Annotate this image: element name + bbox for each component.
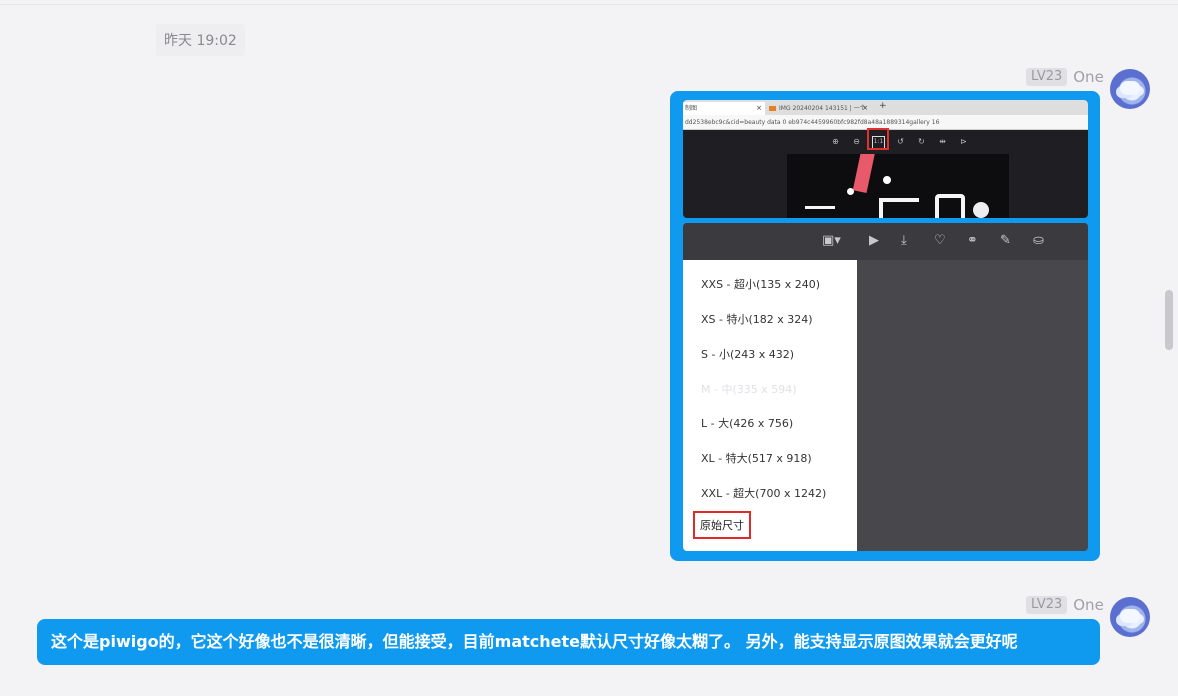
attached-screenshot[interactable]: 制图 × IMG 20240204 143151 | 一个生 × + dd253… [683,100,1088,551]
close-icon: × [862,104,868,112]
scrollbar-thumb[interactable] [1165,290,1173,350]
basket-icon: ⛀ [1033,233,1044,248]
message-meta: LV23 One [1026,596,1104,614]
image-size-menu: XXS - 超小(135 x 240) XS - 特小(182 x 324) S… [683,260,857,551]
message-timestamp: 昨天 19:02 [156,24,245,56]
size-option-original: 原始尺寸 [693,511,751,539]
user-avatar[interactable] [1110,69,1150,109]
size-option-xxl: XXL - 超大(700 x 1242) [701,487,827,500]
play-icon: ▶ [869,233,879,248]
close-icon: × [756,104,762,112]
screenshot-browser-view: 制图 × IMG 20240204 143151 | 一个生 × + dd253… [683,100,1088,218]
text-message[interactable]: 这个是piwigo的，它这个好像也不是很清晰，但能接受，目前matchete默认… [37,619,1100,665]
zoom-in-icon: ⊕ [832,137,839,146]
level-badge: LV23 [1026,596,1068,614]
level-badge: LV23 [1026,68,1068,86]
flip-vertical-icon: ⊳ [960,137,967,146]
heart-icon: ♡ [934,233,946,248]
screenshot-image-tools: ⊕ ⊖ 1:1 ↺ ↻ ⇹ ⊳ [830,136,969,149]
flip-horizontal-icon: ⇹ [939,137,946,146]
user-avatar[interactable] [1110,597,1150,637]
image-message[interactable]: 制图 × IMG 20240204 143151 | 一个生 × + dd253… [670,91,1100,561]
size-option-l: L - 大(426 x 756) [701,417,794,430]
link-icon: ⚭ [967,233,978,248]
screenshot-tab: IMG 20240204 143151 | 一个生 × [767,102,871,125]
image-size-icon: ▣▾ [822,233,841,248]
username[interactable]: One [1073,68,1104,86]
download-icon: ⤓ [901,233,907,248]
edit-icon: ✎ [1000,233,1011,248]
screenshot-tabbar: 制图 × IMG 20240204 143151 | 一个生 × + [683,100,1088,125]
screenshot-gallery-viewer: ▣▾ ▶ ⤓ ♡ ⚭ ✎ ⛀ XXS - 超小(135 x 240) XS - … [683,223,1088,551]
size-option-xs: XS - 特小(182 x 324) [701,313,813,326]
favicon-icon [769,106,776,111]
screenshot-tab: 制图 × [683,102,765,115]
size-option-m: M - 中(335 x 594) [701,383,797,396]
size-option-xl: XL - 特大(517 x 918) [701,452,812,465]
screenshot-photo [787,154,1009,218]
new-tab-icon: + [879,101,887,111]
zoom-out-icon: ⊖ [853,137,860,146]
highlight-box [867,128,889,150]
message-meta: LV23 One [1026,68,1104,86]
size-option-s: S - 小(243 x 432) [701,348,795,361]
rotate-left-icon: ↺ [897,137,904,146]
username[interactable]: One [1073,596,1104,614]
screenshot-toolbar: ▣▾ ▶ ⤓ ♡ ⚭ ✎ ⛀ [683,223,1088,260]
size-option-xxs: XXS - 超小(135 x 240) [701,278,821,291]
screenshot-tab-title: 制图 [685,105,698,112]
top-divider [0,4,1178,5]
rotate-right-icon: ↻ [918,137,925,146]
